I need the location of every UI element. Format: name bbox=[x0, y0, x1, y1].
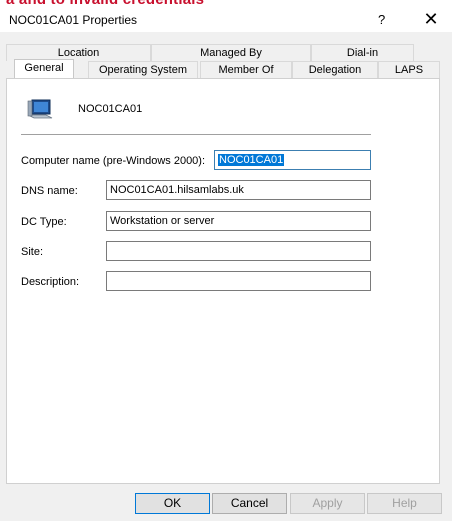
general-tab-panel: NOC01CA01 Computer name (pre-Windows 200… bbox=[6, 78, 440, 484]
computer-icon bbox=[27, 99, 53, 119]
dns-name-label: DNS name: bbox=[21, 185, 78, 197]
window-title: NOC01CA01 Properties bbox=[9, 13, 138, 27]
title-bar: NOC01CA01 Properties ? ✕ bbox=[0, 8, 452, 32]
tab-laps[interactable]: LAPS bbox=[378, 61, 440, 78]
prewin2000-value: NOC01CA01 bbox=[218, 154, 285, 166]
help-button[interactable]: Help bbox=[367, 493, 442, 514]
computer-display-name: NOC01CA01 bbox=[78, 103, 143, 115]
ok-button[interactable]: OK bbox=[135, 493, 210, 514]
cancel-button[interactable]: Cancel bbox=[212, 493, 287, 514]
dc-type-field[interactable]: Workstation or server bbox=[106, 211, 371, 231]
site-label: Site: bbox=[21, 246, 44, 258]
site-field[interactable] bbox=[106, 241, 371, 261]
dc-type-label: DC Type: bbox=[21, 216, 67, 228]
prewin2000-label: Computer name (pre-Windows 2000): bbox=[21, 155, 206, 167]
prewin2000-field[interactable]: NOC01CA01 bbox=[214, 150, 371, 170]
apply-button[interactable]: Apply bbox=[290, 493, 365, 514]
tab-member-of[interactable]: Member Of bbox=[200, 61, 292, 78]
separator bbox=[21, 134, 371, 135]
description-label: Description: bbox=[21, 276, 80, 288]
tab-dial-in[interactable]: Dial-in bbox=[311, 44, 414, 61]
background-error-banner: a and to invalid credentials bbox=[0, 0, 452, 8]
tab-delegation[interactable]: Delegation bbox=[292, 61, 378, 78]
dns-name-value: NOC01CA01.hilsamlabs.uk bbox=[110, 184, 244, 196]
description-field[interactable] bbox=[106, 271, 371, 291]
dns-name-field[interactable]: NOC01CA01.hilsamlabs.uk bbox=[106, 180, 371, 200]
dc-type-value: Workstation or server bbox=[110, 215, 215, 227]
tab-general[interactable]: General bbox=[14, 59, 74, 78]
close-icon[interactable]: ✕ bbox=[416, 8, 446, 30]
banner-text: a and to invalid credentials bbox=[6, 0, 204, 8]
tab-managed-by[interactable]: Managed By bbox=[151, 44, 311, 61]
tab-row-front: General Operating System Member Of Deleg… bbox=[6, 59, 446, 79]
help-icon[interactable]: ? bbox=[378, 12, 385, 27]
tab-operating-system[interactable]: Operating System bbox=[88, 61, 198, 78]
